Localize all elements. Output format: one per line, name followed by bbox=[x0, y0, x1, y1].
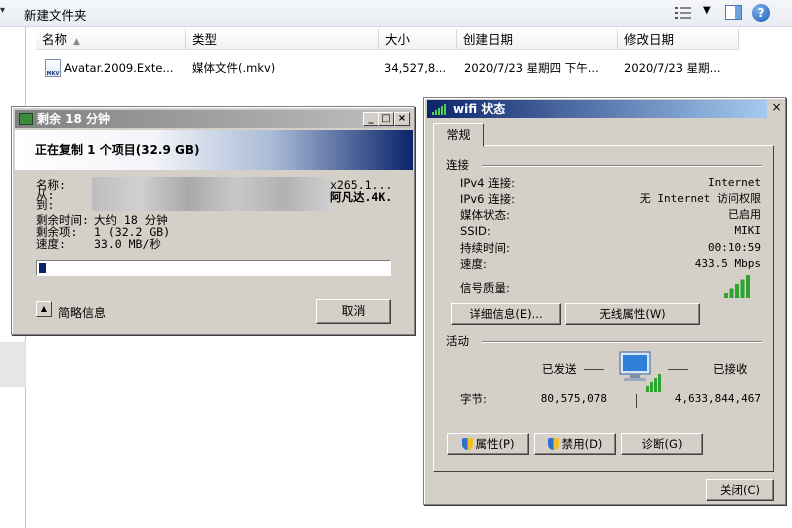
view-dropdown-icon[interactable]: ▼ bbox=[703, 5, 711, 16]
wifi-close-x-button[interactable]: × bbox=[769, 100, 784, 115]
close-button[interactable]: × bbox=[394, 112, 410, 126]
disable-button-label: 禁用(D) bbox=[561, 437, 603, 451]
redacted-path bbox=[92, 177, 332, 211]
details-label[interactable]: 简略信息 bbox=[58, 304, 106, 321]
sent-label: 已发送 bbox=[542, 362, 577, 376]
general-tab-panel: 连接 IPv4 连接: Internet IPv6 连接: 无 Internet… bbox=[433, 145, 774, 472]
chevron-down-icon[interactable]: ▾ bbox=[0, 5, 5, 16]
duration-label: 持续时间: bbox=[460, 241, 510, 255]
connection-divider bbox=[482, 165, 762, 167]
uac-shield-icon bbox=[547, 438, 559, 450]
media-state-label: 媒体状态: bbox=[460, 208, 510, 222]
file-name[interactable]: Avatar.2009.Exte... bbox=[64, 58, 173, 78]
activity-divider-vertical bbox=[636, 394, 637, 408]
copy-progress-bar bbox=[36, 260, 391, 276]
to-label: 到: bbox=[36, 198, 55, 212]
copy-progress-dialog: 剩余 18 分钟 _ □ × 正在复制 1 个项目(32.9 GB) 名称: 从… bbox=[11, 106, 415, 335]
signal-bar bbox=[746, 275, 750, 298]
media-state-value: 已启用 bbox=[728, 208, 761, 221]
bytes-received: 4,633,844,467 bbox=[674, 392, 761, 405]
close-dialog-button[interactable]: 关闭(C) bbox=[706, 479, 774, 501]
column-header-modified[interactable]: 修改日期 bbox=[618, 29, 739, 50]
wifi-status-dialog: wifi 状态 × 常规 连接 IPv4 连接: Internet IPv6 连… bbox=[423, 97, 786, 505]
ssid-value: MIKI bbox=[734, 224, 762, 237]
copy-dialog-titlebar[interactable]: 剩余 18 分钟 _ □ × bbox=[15, 110, 411, 128]
signal-bar bbox=[724, 293, 728, 298]
column-header-name-label: 名称 bbox=[42, 32, 68, 47]
explorer-command-bar: ▾ 新建文件夹 ▼ ? bbox=[0, 0, 792, 27]
speed-label: 速度: bbox=[36, 237, 66, 251]
properties-button-label: 属性(P) bbox=[475, 437, 515, 451]
signal-bar bbox=[729, 288, 734, 298]
minimize-button[interactable]: _ bbox=[363, 112, 379, 126]
file-modified: 2020/7/23 星期... bbox=[624, 61, 721, 75]
sort-ascending-icon: ▲ bbox=[73, 37, 80, 47]
signal-quality-icon bbox=[724, 275, 750, 298]
uac-shield-icon bbox=[461, 438, 473, 450]
speed-value: 433.5 Mbps bbox=[694, 257, 761, 270]
expand-details-button[interactable]: ▲ bbox=[36, 301, 52, 317]
ipv4-value: Internet bbox=[708, 176, 761, 189]
activity-section-title: 活动 bbox=[446, 334, 469, 348]
column-header-created[interactable]: 创建日期 bbox=[457, 29, 618, 50]
from-value: 阿凡达.4K. bbox=[330, 190, 393, 204]
diagnose-button[interactable]: 诊断(G) bbox=[621, 433, 703, 455]
tab-general[interactable]: 常规 bbox=[433, 123, 484, 147]
column-header-size[interactable]: 大小 bbox=[379, 29, 457, 50]
wifi-dialog-titlebar[interactable]: wifi 状态 bbox=[427, 100, 767, 118]
copy-banner: 正在复制 1 个项目(32.9 GB) bbox=[15, 130, 413, 170]
network-computer-icon bbox=[619, 351, 661, 392]
signal-bar bbox=[740, 279, 745, 298]
connection-section-title: 连接 bbox=[446, 158, 469, 172]
disable-button[interactable]: 禁用(D) bbox=[534, 433, 616, 455]
copy-app-icon bbox=[19, 113, 33, 125]
maximize-button[interactable]: □ bbox=[378, 112, 394, 126]
view-options-icon[interactable] bbox=[675, 6, 691, 20]
copy-progress-fill bbox=[39, 263, 46, 273]
ipv4-label: IPv4 连接: bbox=[460, 176, 515, 190]
sent-line bbox=[584, 369, 604, 370]
preview-pane-icon[interactable] bbox=[725, 5, 742, 20]
details-button[interactable]: 详细信息(E)... bbox=[451, 303, 561, 325]
signal-quality-label: 信号质量: bbox=[460, 281, 510, 295]
column-header-name[interactable]: 名称 ▲ bbox=[36, 29, 186, 50]
new-folder-button[interactable]: 新建文件夹 bbox=[24, 5, 87, 24]
mkv-file-icon: MKV bbox=[45, 59, 61, 77]
signal-bar bbox=[735, 284, 739, 298]
received-label: 已接收 bbox=[713, 362, 748, 376]
activity-divider bbox=[482, 341, 762, 343]
duration-value: 00:10:59 bbox=[708, 241, 761, 254]
bytes-sent: 80,575,078 bbox=[540, 392, 607, 405]
file-created: 2020/7/23 星期四 下午... bbox=[464, 61, 599, 75]
speed-value: 33.0 MB/秒 bbox=[94, 237, 161, 251]
received-line bbox=[668, 369, 688, 370]
speed-label: 速度: bbox=[460, 257, 487, 271]
ssid-label: SSID: bbox=[460, 224, 491, 238]
copy-dialog-title: 剩余 18 分钟 bbox=[37, 112, 111, 126]
bytes-label: 字节: bbox=[460, 392, 487, 406]
wireless-properties-button[interactable]: 无线属性(W) bbox=[565, 303, 700, 325]
wifi-signal-icon bbox=[432, 104, 446, 115]
file-type: 媒体文件(.mkv) bbox=[192, 61, 276, 75]
file-size: 34,527,8... bbox=[384, 61, 447, 75]
navigation-selected-item[interactable] bbox=[0, 342, 26, 387]
ipv6-value: 无 Internet 访问权限 bbox=[639, 192, 761, 205]
column-header-type[interactable]: 类型 bbox=[186, 29, 379, 50]
wifi-dialog-title: wifi 状态 bbox=[453, 102, 506, 116]
help-icon[interactable]: ? bbox=[752, 4, 770, 22]
properties-button[interactable]: 属性(P) bbox=[447, 433, 529, 455]
cancel-button[interactable]: 取消 bbox=[316, 299, 391, 324]
ipv6-label: IPv6 连接: bbox=[460, 192, 515, 206]
